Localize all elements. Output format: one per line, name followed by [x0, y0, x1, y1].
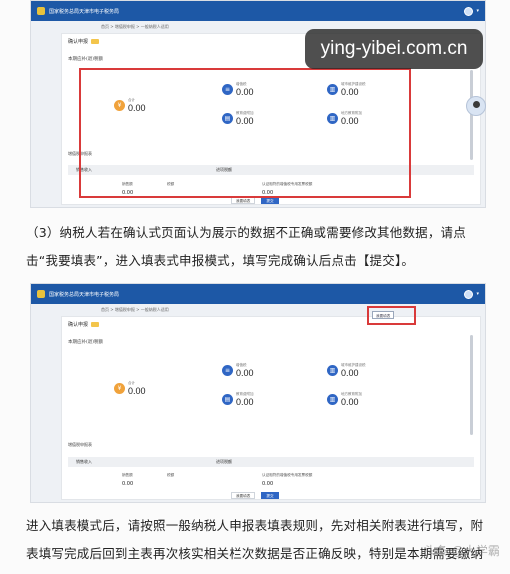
action-buttons: 我要填表 提交: [231, 492, 279, 499]
breadcrumb: 首页 > 增值税申报 > 一般纳税人适用: [101, 24, 169, 29]
user-avatar[interactable]: [464, 289, 474, 299]
tax-icon: ≡: [222, 365, 233, 376]
logo-icon: [37, 7, 45, 15]
assistant-avatar[interactable]: [466, 96, 486, 116]
status-badge: [91, 38, 100, 44]
sales-label: 销售额: [122, 473, 133, 477]
status-badge: [91, 321, 100, 327]
scrollbar[interactable]: [470, 335, 473, 435]
document-page: 国家税务总局天津市电子税务局 ▾ 首页 > 增值税申报 > 一般纳税人适用 确认…: [0, 0, 510, 574]
stat-urban-tax: ▥ 城市维护建设税 0.00: [327, 363, 366, 378]
site-title: 国家税务总局天津市电子税务局: [49, 8, 120, 15]
section-title: 增值税申报表: [68, 442, 92, 447]
fill-form-button[interactable]: 我要填表: [231, 197, 256, 204]
tax-label: 税额: [167, 473, 175, 477]
fill-form-button[interactable]: 我要填表: [231, 492, 256, 499]
chevron-down-icon[interactable]: ▾: [476, 291, 479, 297]
highlight-box: [79, 68, 411, 198]
confirm-panel: 确认申报 本期应补(退)税额 ¥ 合计 0.00 ≡ 增值税 0.00 ▥ 城市维护…: [61, 316, 481, 500]
action-buttons: 我要填表 提交: [231, 197, 279, 204]
sales-value: 0.00: [122, 481, 134, 487]
summary-title: 本期应补(退)税额: [68, 57, 104, 62]
screenshot-fill-form: 国家税务总局天津市电子税务局 ▾ 首页 > 增值税申报 > 一般纳税人适用 确认…: [30, 283, 486, 503]
top-bar: 国家税务总局天津市电子税务局 ▾: [31, 284, 485, 304]
book-icon: ▤: [222, 394, 233, 405]
coin-icon: ¥: [114, 383, 125, 394]
watermark-banner: ying-yibei.com.cn: [305, 29, 483, 69]
input-tax-label: 认证相符的增值税专用发票税额: [262, 473, 313, 477]
watermark-corner: 头条 @大学霸: [424, 544, 500, 558]
chevron-down-icon[interactable]: ▾: [476, 8, 479, 14]
stat-vat: ≡ 增值税 0.00: [222, 363, 254, 378]
paragraph-step-3: （3）纳税人若在确认式页面认为展示的数据不正确或需要修改其他数据，请点击“我要填…: [26, 225, 466, 268]
panel-title: 确认申报: [68, 321, 89, 328]
submit-button[interactable]: 提交: [261, 197, 279, 204]
summary-title: 本期应补(退)税额: [68, 340, 104, 345]
building-icon: ▥: [327, 365, 338, 376]
site-title: 国家税务总局天津市电子税务局: [49, 291, 120, 298]
panel-title: 确认申报: [68, 38, 89, 45]
logo-icon: [37, 290, 45, 298]
table-header: 销售收入 进项税额: [68, 457, 474, 467]
building-icon: ▥: [327, 394, 338, 405]
highlight-box: [367, 306, 416, 325]
input-tax-value: 0.00: [262, 481, 274, 487]
stat-local-education-fee: ▥ 地方教育附加 0.00: [327, 392, 362, 407]
breadcrumb: 首页 > 增值税申报 > 一般纳税人适用: [101, 307, 169, 312]
user-avatar[interactable]: [464, 6, 474, 16]
top-bar: 国家税务总局天津市电子税务局 ▾: [31, 1, 485, 21]
submit-button[interactable]: 提交: [261, 492, 279, 499]
stat-total: ¥ 合计 0.00: [114, 381, 146, 396]
stat-education-fee: ▤ 教育费附加 0.00: [222, 392, 254, 407]
paragraph-fill-mode: 进入填表模式后，请按照一般纳税人申报表填表规则，先对相关附表进行填写，附表填写完…: [26, 518, 484, 561]
